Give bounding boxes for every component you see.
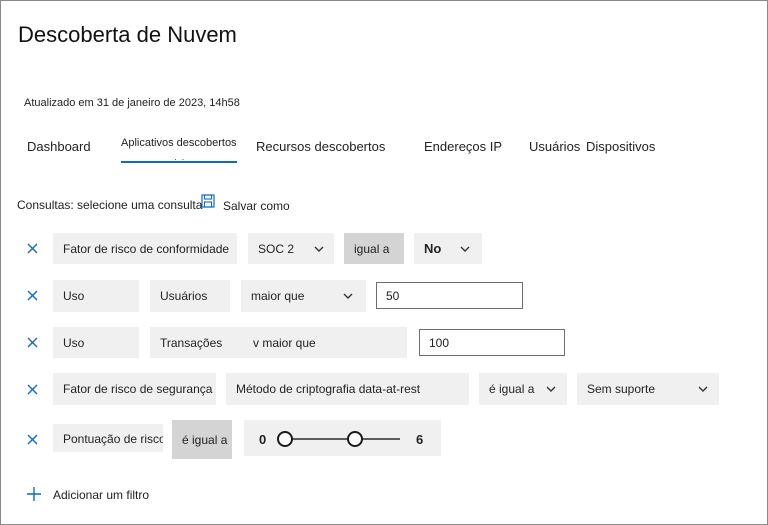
filter-operator[interactable]: igual a	[344, 233, 404, 264]
tab-users[interactable]: Usuários	[529, 139, 580, 154]
chevron-down-icon	[343, 293, 353, 299]
chevron-down-icon	[460, 246, 470, 252]
filter-value-input[interactable]: 100	[419, 329, 565, 356]
filter-sub-users[interactable]: Usuários	[150, 280, 230, 312]
chevron-down-icon	[546, 386, 556, 392]
chevron-down-icon	[698, 386, 708, 392]
active-tab-indicator	[121, 161, 237, 163]
dropdown-value: No	[424, 241, 442, 256]
chevron-down-icon	[314, 246, 324, 252]
slider-track	[286, 438, 400, 440]
tab-discovered-resources[interactable]: Recursos descobertos	[256, 139, 385, 154]
slider-min-value: 0	[259, 432, 267, 447]
close-icon[interactable]	[27, 290, 38, 301]
add-filter-button[interactable]: Adicionar um filtro	[53, 488, 149, 502]
slider-thumb-high[interactable]	[347, 431, 363, 447]
floppy-disk-icon[interactable]	[201, 194, 215, 208]
tab-ip-addresses[interactable]: Endereços IP	[424, 139, 502, 154]
tab-dashboard[interactable]: Dashboard	[27, 139, 91, 154]
filter-field-usage[interactable]: Uso	[53, 327, 139, 358]
filter-field-security[interactable]: Fator de risco de segurança	[53, 373, 216, 405]
save-as-button[interactable]: Salvar como	[223, 199, 290, 213]
filter-field-usage[interactable]: Uso	[53, 280, 139, 312]
tab-devices[interactable]: Dispositivos	[586, 139, 655, 154]
query-selector[interactable]: Consultas: selecione uma consulta	[17, 198, 202, 212]
slider-max-value: 6	[416, 432, 424, 447]
filter-value-input[interactable]: 50	[376, 282, 523, 309]
plus-icon[interactable]	[27, 487, 41, 501]
filter-field-compliance[interactable]: Fator de risco de conformidade	[53, 233, 237, 264]
tab-discovered-apps[interactable]: Aplicativos descobertos	[121, 137, 237, 149]
close-icon[interactable]	[27, 337, 38, 348]
dropdown-value: maior que	[251, 289, 305, 303]
last-updated-text: Atualizado em 31 de janeiro de 2023, 14h…	[24, 97, 240, 109]
filter-value-dropdown[interactable]: No	[414, 233, 482, 264]
filter-operator-dropdown[interactable]: v maior que	[244, 327, 407, 358]
slider-thumb-low[interactable]	[277, 431, 293, 447]
dropdown-value: é igual a	[489, 382, 535, 396]
page-title: Descoberta de Nuvem	[18, 22, 237, 47]
filter-sub-encryption[interactable]: Método de criptografia data-at-rest	[226, 373, 469, 405]
dropdown-value: SOC 2	[258, 241, 295, 256]
close-icon[interactable]	[27, 384, 38, 395]
close-icon[interactable]	[27, 434, 38, 445]
filter-operator[interactable]: é igual a	[172, 420, 232, 459]
close-icon[interactable]	[27, 243, 38, 254]
dropdown-value: Sem suporte	[587, 382, 656, 396]
filter-field-risk-score[interactable]: Pontuação de risco	[53, 424, 163, 452]
